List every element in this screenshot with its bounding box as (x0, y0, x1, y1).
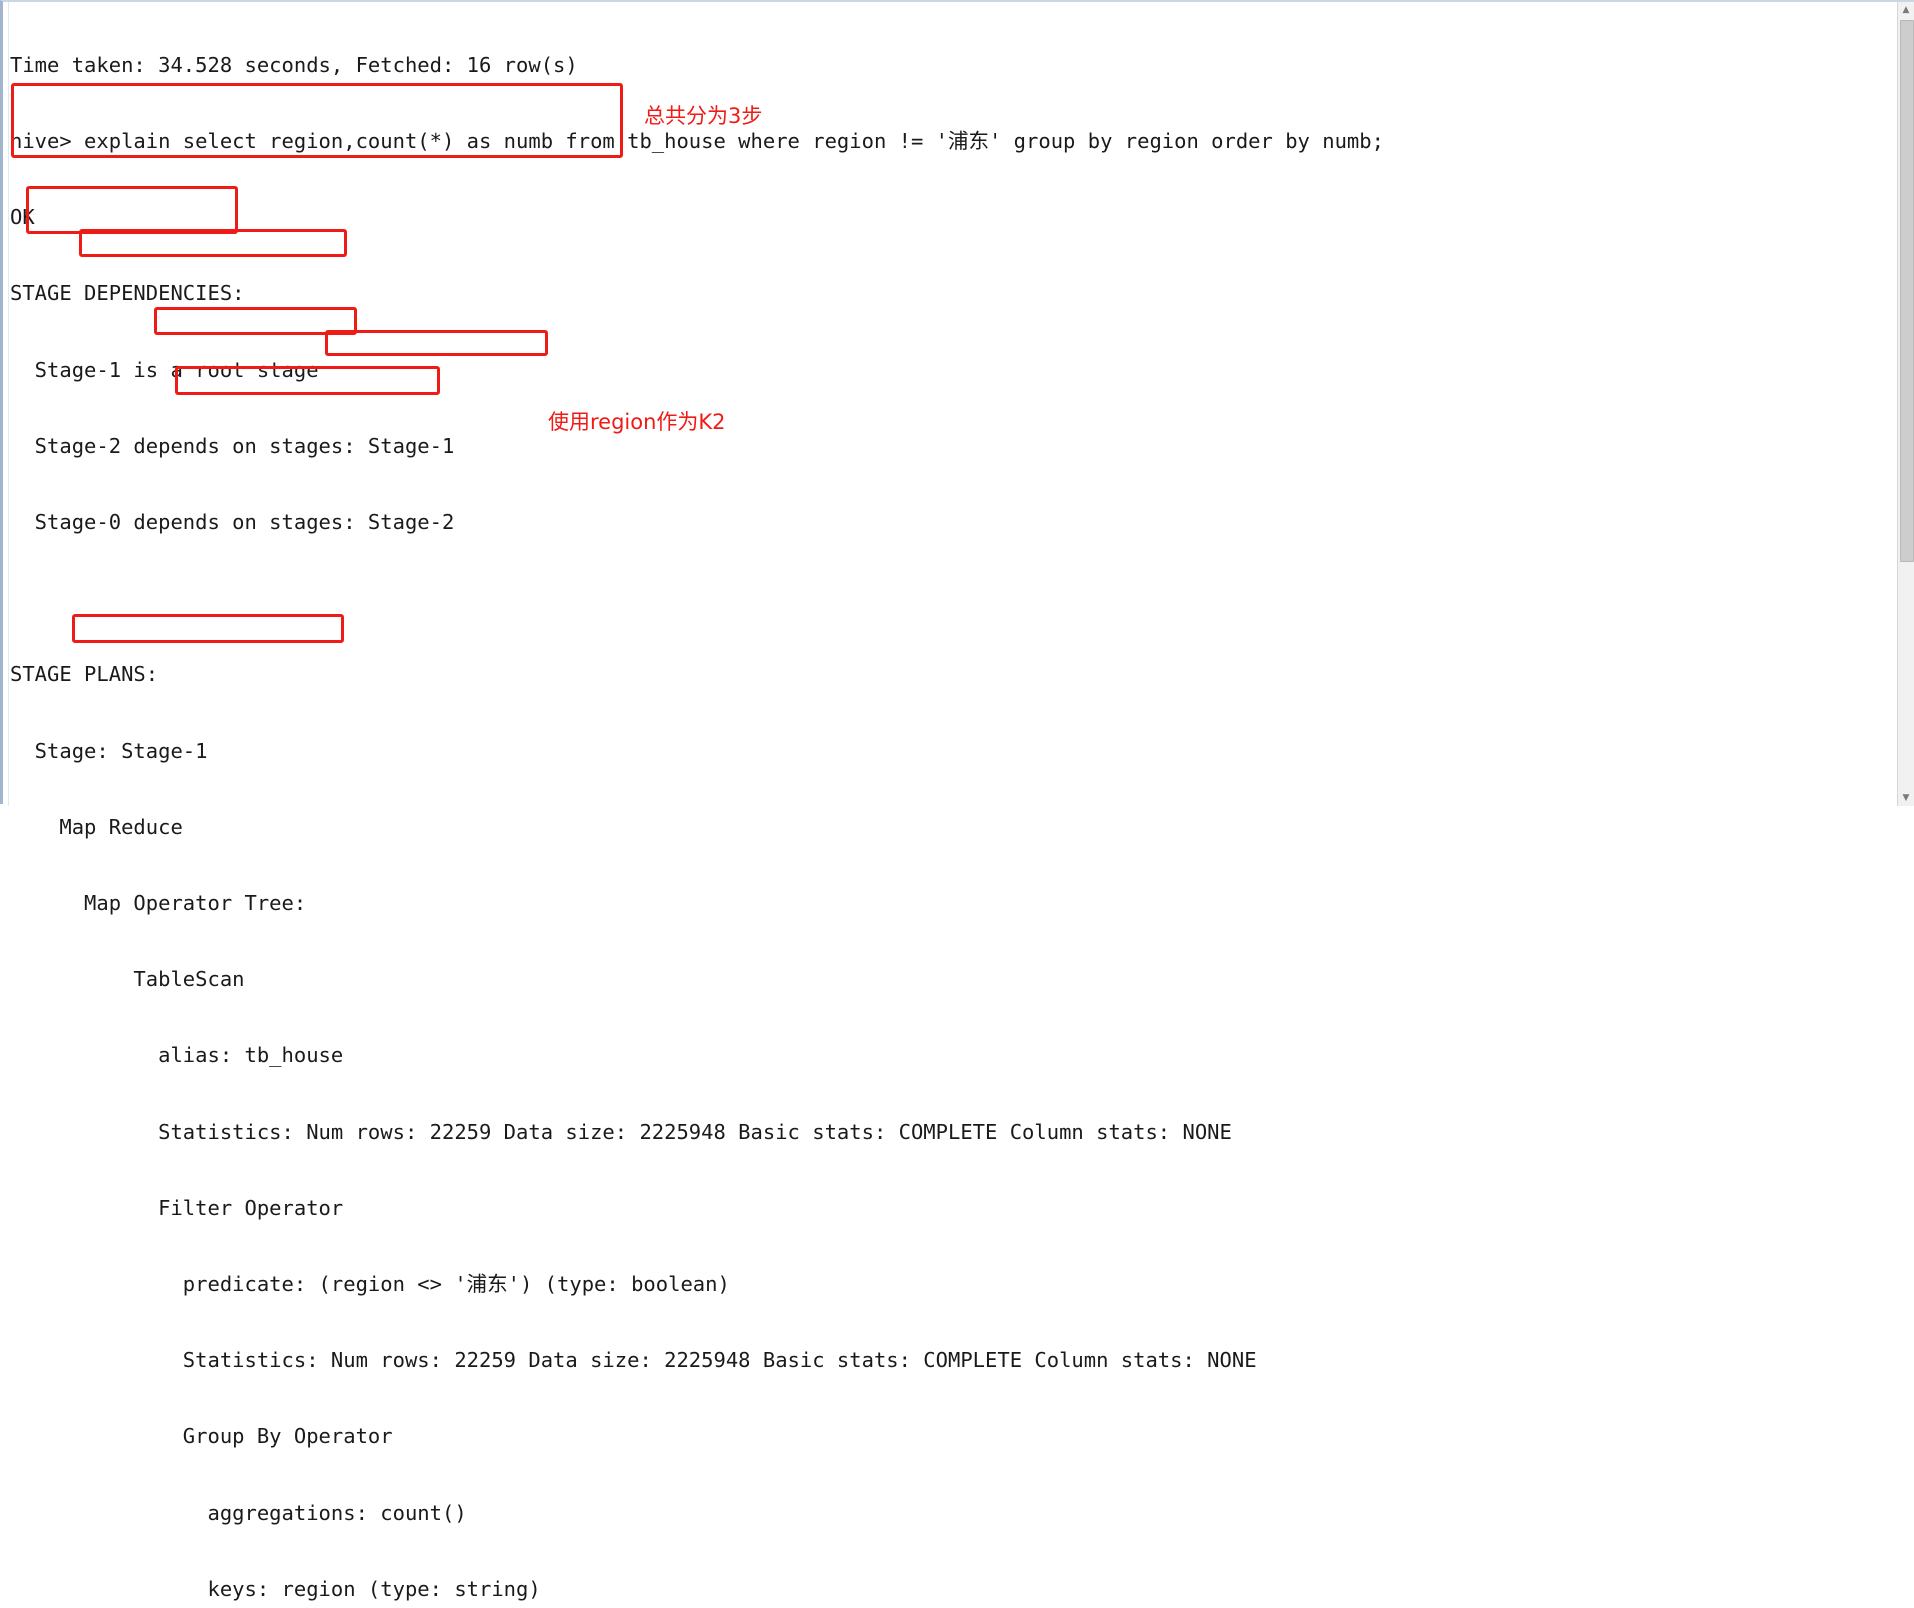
console-line: Stage: Stage-1 (10, 738, 208, 763)
console-line: Filter Operator (10, 1195, 344, 1220)
console-line: TableScan (10, 967, 245, 992)
console-line: STAGE DEPENDENCIES: (10, 281, 245, 306)
console-line: Time taken: 34.528 seconds, Fetched: 16 … (10, 52, 578, 77)
console-line: Stage-2 depends on stages: Stage-1 (10, 433, 455, 458)
annotation-note-total-steps: 总共分为3步 (644, 104, 763, 128)
terminal-window[interactable]: Time taken: 34.528 seconds, Fetched: 16 … (0, 0, 1914, 1601)
console-line: OK (10, 205, 35, 230)
console-line: Map Reduce (10, 814, 183, 839)
console-line: Statistics: Num rows: 22259 Data size: 2… (10, 1348, 1257, 1373)
console-line: alias: tb_house (10, 1043, 344, 1068)
console-line-command: hive> explain select region,count(*) as … (10, 129, 1384, 154)
console-line: Map Operator Tree: (10, 891, 307, 916)
window-left-frame (3, 2, 9, 806)
console-line: keys: region (type: string) (10, 1576, 541, 1601)
console-output: Time taken: 34.528 seconds, Fetched: 16 … (10, 2, 1890, 1601)
console-line: Stage-1 is a root stage (10, 357, 319, 382)
annotation-note-region-as-k2: 使用region作为K2 (548, 410, 726, 434)
vertical-scrollbar[interactable]: ▲ ▼ (1897, 2, 1914, 806)
scroll-up-arrow-icon[interactable]: ▲ (1898, 2, 1914, 18)
console-line: Stage-0 depends on stages: Stage-2 (10, 510, 455, 535)
scrollbar-thumb[interactable] (1900, 20, 1914, 562)
console-line: aggregations: count() (10, 1500, 467, 1525)
console-line: Group By Operator (10, 1424, 393, 1449)
console-line: Statistics: Num rows: 22259 Data size: 2… (10, 1119, 1232, 1144)
console-line: predicate: (region <> '浦东') (type: boole… (10, 1272, 730, 1297)
console-line: STAGE PLANS: (10, 662, 159, 687)
